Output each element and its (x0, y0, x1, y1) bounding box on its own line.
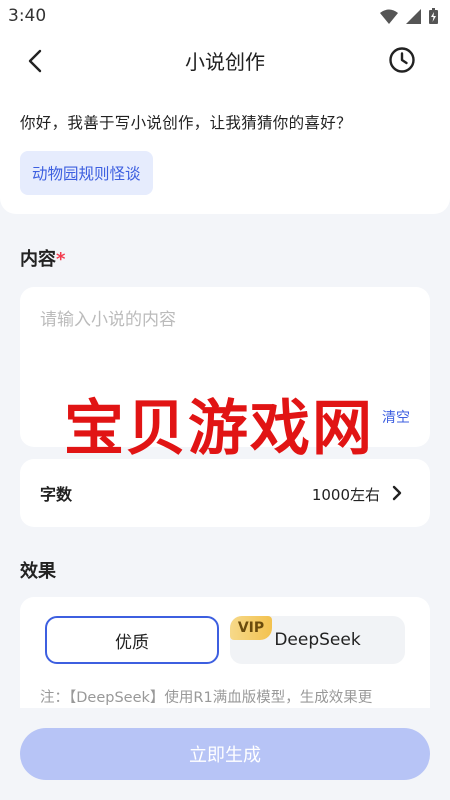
word-count-value: 1000左右 (311, 486, 380, 504)
effect-section-label: 效果 (20, 561, 56, 582)
word-count-row[interactable]: 字数 1000左右 (20, 459, 430, 527)
signal-icon (406, 8, 421, 24)
word-count-label: 字数 (40, 485, 73, 504)
vip-badge: VIP (230, 616, 272, 640)
clear-button[interactable]: 清空 (382, 407, 410, 427)
effect-option-quality[interactable]: 优质 (45, 616, 219, 664)
bottom-bar: 立即生成 (0, 708, 450, 800)
suggestion-chip[interactable]: 动物园规则怪谈 (20, 151, 153, 195)
content-section-label: 内容* (20, 245, 65, 271)
generate-button[interactable]: 立即生成 (20, 728, 430, 780)
deepseek-label: DeepSeek (274, 630, 361, 650)
content-input-box[interactable]: 请输入小说的内容 清空 (20, 287, 430, 447)
clock-icon[interactable] (388, 46, 416, 74)
content-label-text: 内容 (20, 249, 56, 270)
chevron-right-icon (392, 485, 402, 501)
required-star: * (56, 249, 66, 270)
wifi-icon (380, 9, 398, 24)
page-title: 小说创作 (185, 50, 265, 74)
status-time: 3:40 (8, 6, 47, 26)
greeting-text: 你好，我善于写小说创作，让我猜猜你的喜好？ (20, 114, 352, 132)
effect-option-deepseek[interactable]: VIP DeepSeek (230, 616, 405, 664)
top-card: 小说创作 你好，我善于写小说创作，让我猜猜你的喜好？ 动物园规则怪谈 (0, 32, 450, 214)
status-bar: 3:40 (0, 0, 450, 32)
content-placeholder: 请输入小说的内容 (40, 310, 176, 330)
effect-note: 注：【DeepSeek】使用R1满血版模型，生成效果更 (40, 690, 373, 706)
battery-icon (429, 8, 438, 24)
status-icons (380, 8, 438, 24)
